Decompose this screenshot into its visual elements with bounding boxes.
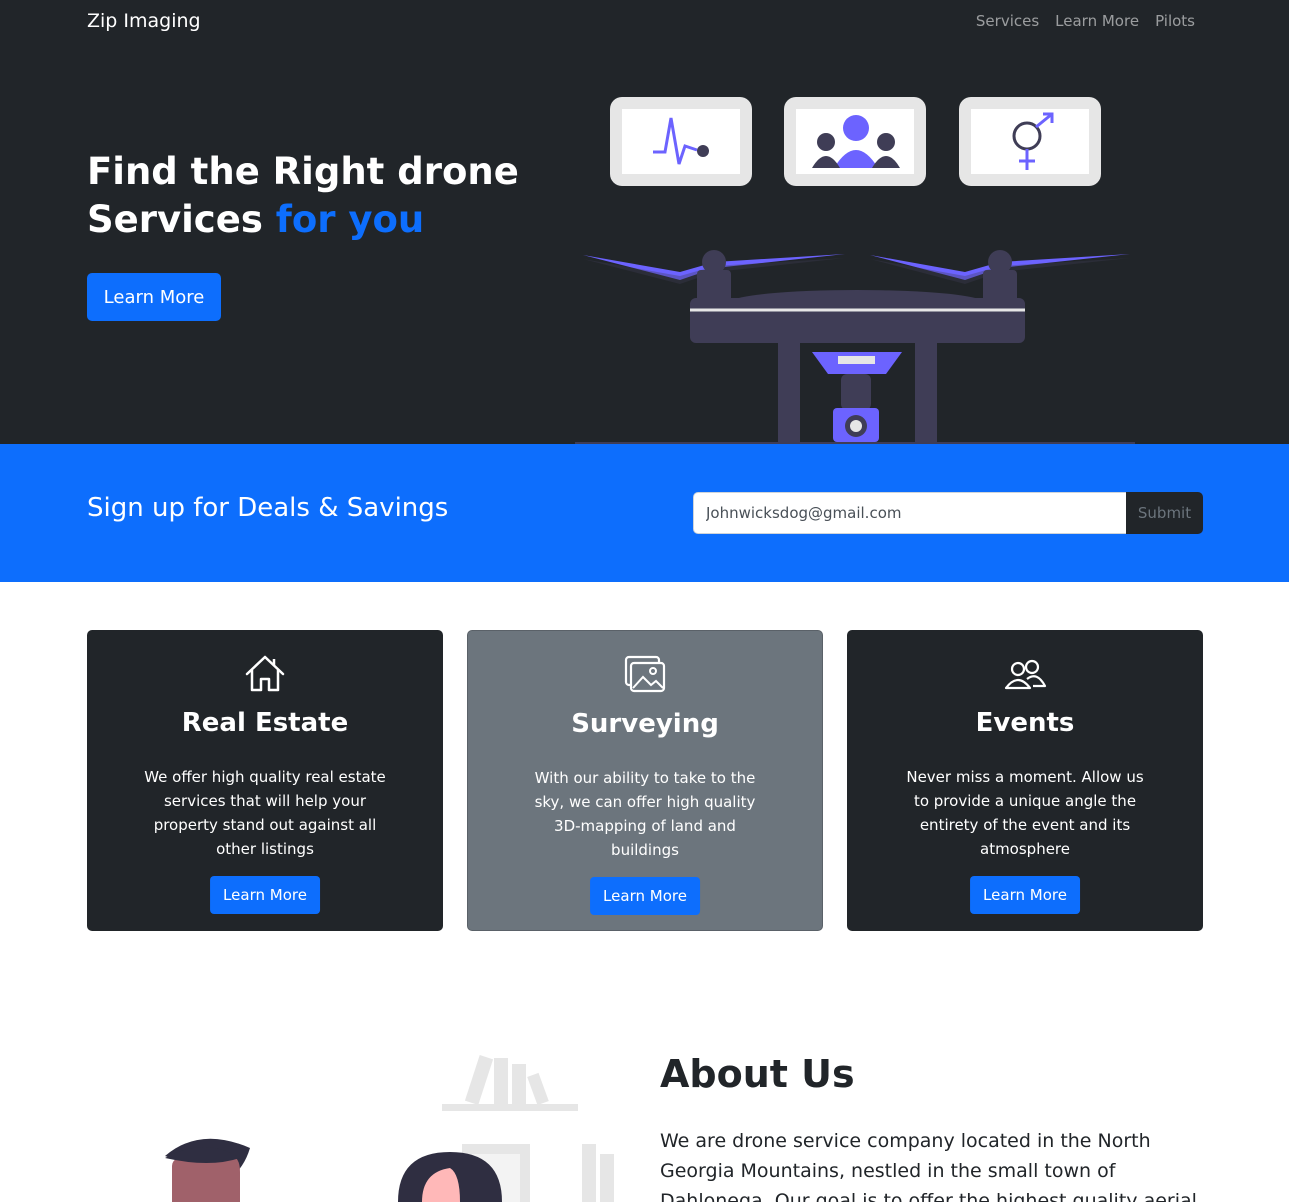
heartbeat-screen-icon [610,97,752,186]
about-illustration [165,1055,614,1202]
card-text: We offer high quality real estate servic… [144,768,386,858]
card-events: Events Never miss a moment. Allow us to … [847,630,1203,931]
card-learn-more-button[interactable]: Learn More [590,877,700,915]
signup-form: Submit [693,492,1203,534]
users-screen-icon [784,97,926,186]
top-nav: Services Learn More Pilots [976,12,1195,30]
drone-illustration [575,97,1135,444]
people-icon [1004,659,1047,690]
hero-learn-more-button[interactable]: Learn More [87,273,221,321]
card-title: Real Estate [181,708,349,738]
images-icon [624,655,666,693]
hero-title-line1: Find the Right drone [87,150,519,193]
signup-section: Sign up for Deals & Savings Submit [0,444,1289,582]
brand-logo[interactable]: Zip Imaging [87,10,201,32]
hero-title-accent: for you [275,198,425,241]
nav-services[interactable]: Services [976,12,1039,30]
about-title: About Us [660,1052,855,1096]
hero-title: Find the Right drone Services for you [87,148,519,244]
card-title: Surveying [571,709,719,739]
card-title: Events [975,708,1075,738]
card-surveying: Surveying With our ability to take to th… [467,630,823,931]
signup-title: Sign up for Deals & Savings [87,493,449,523]
hero-section: Zip Imaging Services Learn More Pilots F… [0,0,1289,444]
gender-screen-icon [959,97,1101,186]
house-icon [245,655,285,692]
card-learn-more-button[interactable]: Learn More [210,876,320,914]
submit-button[interactable]: Submit [1126,492,1203,534]
nav-learn-more[interactable]: Learn More [1055,12,1139,30]
card-text: Never miss a moment. Allow us to provide… [906,768,1144,858]
card-text: With our ability to take to the sky, we … [534,769,756,859]
about-text: We are drone service company located in … [660,1130,1197,1202]
email-input[interactable] [693,492,1126,534]
nav-pilots[interactable]: Pilots [1155,12,1195,30]
card-learn-more-button[interactable]: Learn More [970,876,1080,914]
hero-title-line2: Services [87,198,276,241]
card-real-estate: Real Estate We offer high quality real e… [87,630,443,931]
